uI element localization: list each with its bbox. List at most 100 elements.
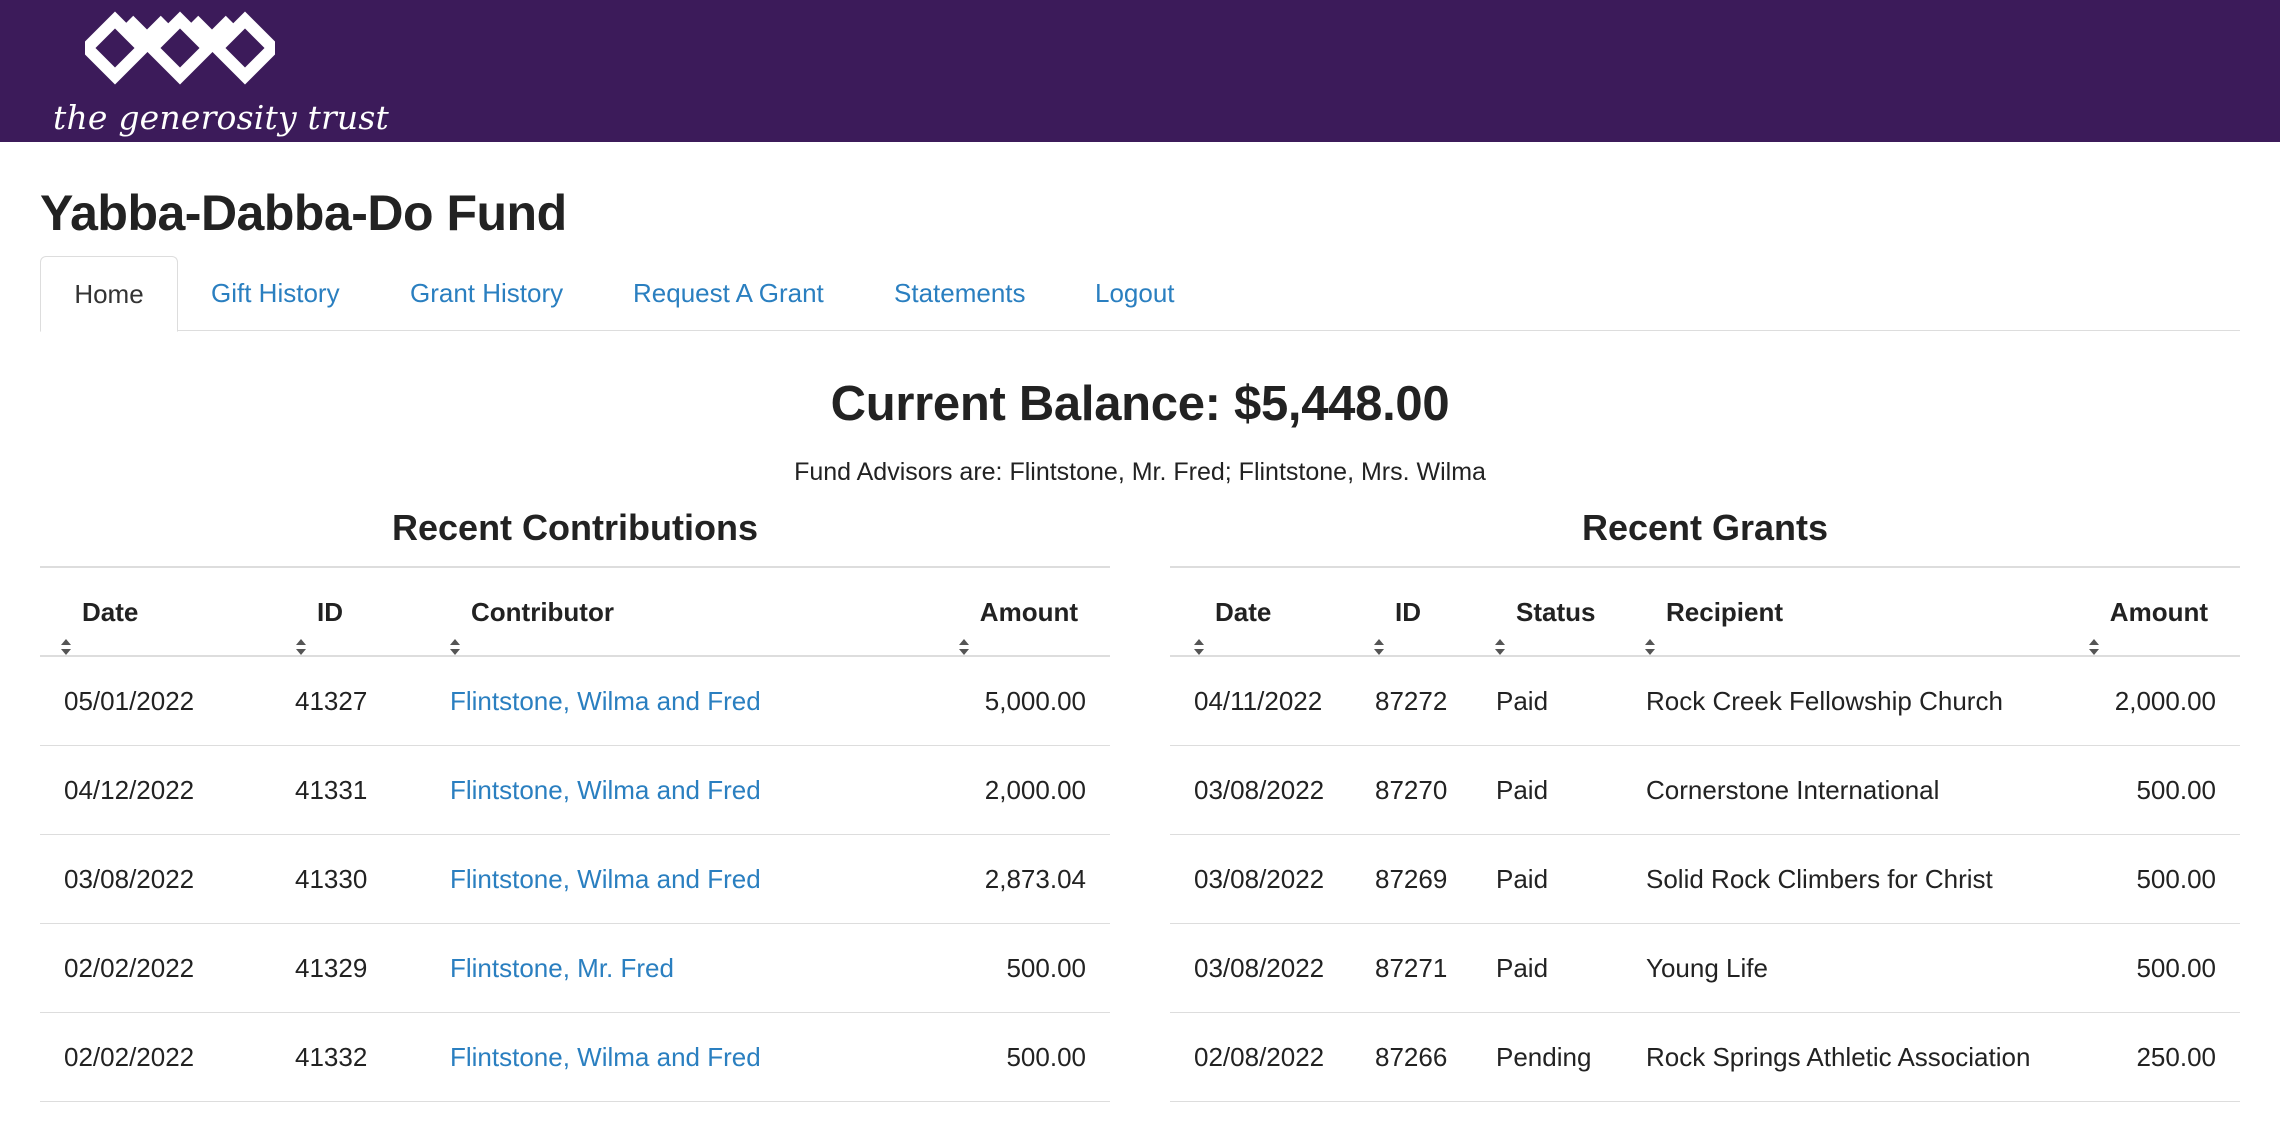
sort-icon — [60, 603, 72, 656]
contrib-amount: 2,000.00 — [984, 775, 1086, 805]
table-row: 05/01/2022 41327 Flintstone, Wilma and F… — [40, 657, 1110, 746]
grant-id: 87266 — [1375, 1042, 1448, 1072]
contributions-table: Date ID Contributor Amount 05/01/2022 41… — [40, 566, 1110, 1138]
grant-date: 03/08/2022 — [1194, 864, 1325, 894]
contrib-date: 02/02/2022 — [64, 1042, 195, 1072]
grant-col-date-label: Date — [1215, 597, 1272, 627]
grant-recipient: Rock Creek Fellowship Church — [1646, 686, 2003, 716]
grant-date: 03/08/2022 — [1194, 775, 1325, 805]
contrib-id: 41327 — [295, 686, 368, 716]
current-balance: Current Balance: $5,448.00 — [830, 377, 1450, 431]
fund-advisors: Fund Advisors are: Flintstone, Mr. Fred;… — [794, 458, 1486, 486]
grant-amount: 2,000.00 — [2114, 686, 2216, 716]
brand-name: the generosity trust — [53, 98, 389, 137]
grant-id: 87271 — [1375, 953, 1448, 983]
table-row: 02/02/2022 41329 Flintstone, Mr. Fred 50… — [40, 924, 1110, 1013]
grant-status: Pending — [1496, 1042, 1592, 1072]
tab-logout[interactable]: Logout — [1095, 256, 1175, 331]
grant-col-status[interactable]: Status — [1494, 568, 1595, 657]
contrib-amount: 2,873.04 — [984, 864, 1086, 894]
grant-status: Paid — [1496, 775, 1549, 805]
sort-icon — [958, 603, 970, 656]
contrib-date: 04/12/2022 — [64, 775, 195, 805]
grant-amount: 500.00 — [2136, 864, 2216, 894]
brand-logo[interactable]: the generosity trust — [50, 10, 389, 140]
contrib-date: 05/01/2022 — [64, 686, 195, 716]
sort-icon — [2088, 603, 2100, 656]
grant-col-id-label: ID — [1395, 597, 1421, 627]
contrib-id: 41331 — [295, 775, 368, 805]
contrib-contributor-link[interactable]: Flintstone, Mr. Fred — [450, 924, 674, 1013]
grant-col-recipient[interactable]: Recipient — [1644, 568, 1783, 657]
page-title: Yabba-Dabba-Do Fund — [40, 185, 567, 241]
grant-recipient: Cornerstone International — [1646, 775, 1940, 805]
grant-id: 87269 — [1375, 864, 1448, 894]
table-row: 03/08/2022 41330 Flintstone, Wilma and F… — [40, 835, 1110, 924]
sort-icon — [1193, 603, 1205, 656]
contributions-header-row: Date ID Contributor Amount — [40, 568, 1110, 657]
grant-recipient: Young Life — [1646, 953, 1768, 983]
grant-amount: 500.00 — [2136, 953, 2216, 983]
contrib-col-contributor-label: Contributor — [471, 597, 614, 627]
contrib-col-contributor[interactable]: Contributor — [449, 568, 614, 657]
contrib-col-amount-label: Amount — [979, 597, 1078, 627]
contrib-contributor-link[interactable]: Flintstone, Wilma and Fred — [450, 746, 761, 835]
grants-title: Recent Grants — [1581, 507, 1829, 548]
grant-col-id[interactable]: ID — [1373, 568, 1421, 657]
table-row: 03/08/2022 87270 Paid Cornerstone Intern… — [1170, 746, 2240, 835]
grant-amount: 250.00 — [2136, 1042, 2216, 1072]
grants-table: Date ID Status Recipient Amount 04/11/20… — [1170, 566, 2240, 1138]
sort-icon — [1644, 603, 1656, 656]
tab-grant-history[interactable]: Grant History — [410, 256, 563, 331]
tab-statements[interactable]: Statements — [894, 256, 1026, 331]
contrib-col-id[interactable]: ID — [295, 568, 343, 657]
contrib-contributor-link[interactable]: Flintstone, Wilma and Fred — [450, 657, 761, 746]
sort-icon — [1494, 603, 1506, 656]
nav-tabs: Home Gift History Grant History Request … — [40, 256, 2240, 332]
contrib-amount: 5,000.00 — [984, 686, 1086, 716]
tab-gift-history[interactable]: Gift History — [211, 256, 340, 331]
grant-col-amount-label: Amount — [2109, 597, 2208, 627]
grant-id: 87272 — [1375, 686, 1448, 716]
grant-col-recipient-label: Recipient — [1666, 597, 1784, 627]
grant-status: Paid — [1496, 864, 1549, 894]
tab-request-a-grant[interactable]: Request A Grant — [633, 256, 824, 331]
contrib-contributor-link[interactable]: Flintstone, Wilma and Fred — [450, 835, 761, 924]
brand-header: the generosity trust — [0, 0, 2280, 142]
diamond-chain-logo-icon — [85, 11, 275, 85]
table-row: 04/11/2022 87272 Paid Rock Creek Fellows… — [1170, 657, 2240, 746]
contrib-col-id-label: ID — [317, 597, 343, 627]
contrib-col-date-label: Date — [82, 597, 139, 627]
table-row: 02/02/2022 41332 Flintstone, Wilma and F… — [40, 1013, 1110, 1102]
table-row: 03/08/2022 87269 Paid Solid Rock Climber… — [1170, 835, 2240, 924]
table-row: 02/08/2022 87266 Pending Rock Springs At… — [1170, 1013, 2240, 1102]
contrib-id: 41329 — [295, 953, 368, 983]
contrib-date: 02/02/2022 — [64, 953, 195, 983]
grant-status: Paid — [1496, 686, 1549, 716]
contrib-date: 03/08/2022 — [64, 864, 195, 894]
contrib-contributor-link[interactable]: Flintstone, Wilma and Fred — [450, 1013, 761, 1102]
grant-status: Paid — [1496, 953, 1549, 983]
grant-id: 87270 — [1375, 775, 1448, 805]
grant-date: 03/08/2022 — [1194, 953, 1325, 983]
grants-header-row: Date ID Status Recipient Amount — [1170, 568, 2240, 657]
grant-col-amount[interactable]: Amount — [2088, 568, 2208, 657]
contrib-col-date[interactable]: Date — [60, 568, 138, 657]
table-row: 03/08/2022 87271 Paid Young Life 500.00 — [1170, 924, 2240, 1013]
grant-recipient: Rock Springs Athletic Association — [1646, 1042, 2031, 1072]
grant-recipient: Solid Rock Climbers for Christ — [1646, 864, 1993, 894]
sort-icon — [295, 603, 307, 656]
grant-col-status-label: Status — [1516, 597, 1596, 627]
grant-date: 02/08/2022 — [1194, 1042, 1325, 1072]
contrib-id: 41332 — [295, 1042, 368, 1072]
grant-amount: 500.00 — [2136, 775, 2216, 805]
contrib-col-amount[interactable]: Amount — [958, 568, 1078, 657]
contrib-id: 41330 — [295, 864, 368, 894]
sort-icon — [449, 603, 461, 656]
sort-icon — [1373, 603, 1385, 656]
table-row: 04/12/2022 41331 Flintstone, Wilma and F… — [40, 746, 1110, 835]
grant-col-date[interactable]: Date — [1193, 568, 1271, 657]
contributions-title: Recent Contributions — [392, 507, 758, 548]
tab-home[interactable]: Home — [40, 256, 178, 332]
grant-date: 04/11/2022 — [1194, 686, 1323, 716]
